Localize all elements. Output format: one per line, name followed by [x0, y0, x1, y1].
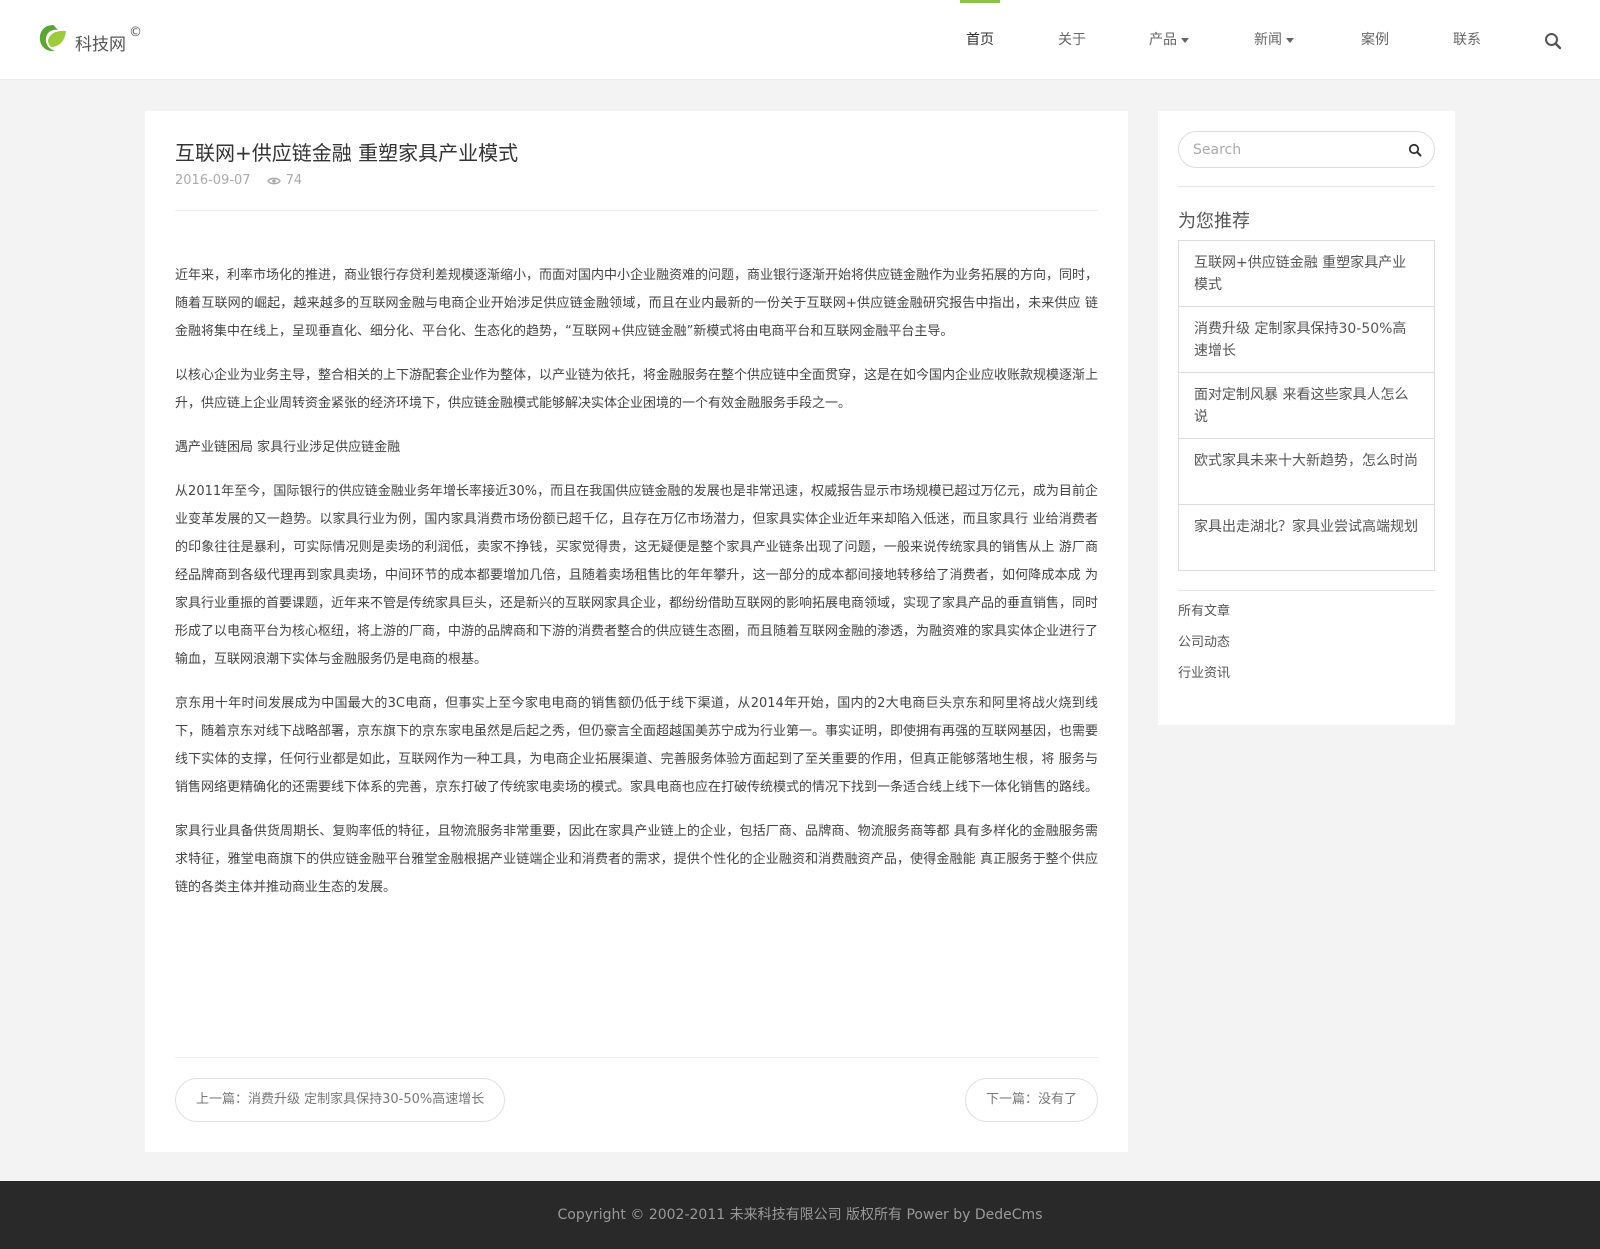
article-paragraph: 京东用十年时间发展成为中国最大的3C电商，但事实上至今家电电商的销售额仍低于线下… — [175, 696, 1099, 795]
nav-products[interactable]: 产品 — [1144, 0, 1194, 80]
recommend-item[interactable]: 消费升级 定制家具保持30-50%高速增长 — [1179, 306, 1434, 372]
recommend-item[interactable]: 面对定制风暴 来看这些家具人怎么说 — [1179, 372, 1434, 438]
recommend-item[interactable]: 欧式家具未来十大新趋势，怎么时尚 — [1179, 438, 1434, 504]
search-icon[interactable] — [1544, 32, 1562, 50]
category-company-news[interactable]: 公司动态 — [1178, 633, 1230, 664]
category-industry-news[interactable]: 行业资讯 — [1178, 664, 1230, 695]
site-header: 科技网 © 首页 关于 产品 新闻 案例 联系 — [0, 0, 1600, 80]
nav-about[interactable]: 关于 — [1052, 0, 1092, 80]
divider — [175, 1057, 1098, 1058]
caret-down-icon — [1181, 37, 1189, 43]
article-views: 74 — [285, 173, 303, 188]
nav-contact-label: 联系 — [1453, 32, 1481, 48]
article-subheading: 遇产业链困局 家具行业涉足供应链金融 — [175, 440, 401, 455]
nav-cases-label: 案例 — [1361, 32, 1389, 48]
nav-home[interactable]: 首页 — [960, 0, 1000, 80]
site-footer: Copyright © 2002-2011 未来科技有限公司 版权所有 Powe… — [0, 1181, 1600, 1249]
divider — [175, 210, 1098, 211]
category-list: 所有文章 公司动态 行业资讯 — [1178, 602, 1230, 695]
main-nav: 首页 关于 产品 新闻 案例 联系 — [0, 0, 1600, 80]
sidebar: 为您推荐 互联网+供应链金融 重塑家具产业模式 消费升级 定制家具保持30-50… — [1158, 111, 1455, 725]
article-paragraph: 近年来，利率市场化的推进，商业银行存贷利差规模逐渐缩小，而面对国内中小企业融资难… — [175, 268, 1099, 339]
nav-cases[interactable]: 案例 — [1355, 0, 1395, 80]
article-title: 互联网+供应链金融 重塑家具产业模式 — [175, 141, 519, 165]
recommend-list: 互联网+供应链金融 重塑家具产业模式 消费升级 定制家具保持30-50%高速增长… — [1178, 240, 1435, 571]
article-paragraph: 家具行业具备供货周期长、复购率低的特征，且物流服务非常重要，因此在家具产业链上的… — [175, 824, 1098, 895]
nav-news-label: 新闻 — [1254, 32, 1282, 48]
recommend-item[interactable]: 互联网+供应链金融 重塑家具产业模式 — [1179, 241, 1434, 306]
article-paragraph: 以核心企业为业务主导，整合相关的上下游配套企业作为整体，以产业链为依托，将金融服… — [175, 368, 1099, 411]
nav-products-label: 产品 — [1149, 32, 1177, 48]
article-date: 2016-09-07 — [175, 173, 251, 188]
next-article-button[interactable]: 下一篇：没有了 — [964, 1078, 1098, 1122]
footer-copyright: Copyright © 2002-2011 未来科技有限公司 版权所有 Powe… — [557, 1207, 1043, 1223]
article-paragraph: 从2011年至今，国际银行的供应链金融业务年增长率接近30%，而且在我国供应链金… — [175, 484, 1099, 667]
nav-home-label: 首页 — [966, 32, 994, 48]
recommend-title: 为您推荐 — [1178, 211, 1250, 232]
search-icon[interactable] — [1408, 143, 1422, 157]
article-meta: 2016-09-07 74 — [175, 173, 302, 188]
article-body: 近年来，利率市场化的推进，商业银行存贷利差规模逐渐缩小，而面对国内中小企业融资难… — [175, 262, 1098, 918]
nav-contact[interactable]: 联系 — [1447, 0, 1487, 80]
caret-down-icon — [1286, 37, 1294, 43]
recommend-item[interactable]: 家具出走湖北？家具业尝试高端规划 — [1179, 504, 1434, 570]
search-input[interactable] — [1193, 132, 1393, 167]
nav-about-label: 关于 — [1058, 32, 1086, 48]
nav-news[interactable]: 新闻 — [1249, 0, 1299, 80]
article-panel: 互联网+供应链金融 重塑家具产业模式 2016-09-07 74 近年来，利率市… — [145, 111, 1128, 1152]
divider — [1178, 590, 1435, 591]
category-all-articles[interactable]: 所有文章 — [1178, 602, 1230, 633]
eye-icon — [266, 177, 281, 184]
prev-article-button[interactable]: 上一篇：消费升级 定制家具保持30-50%高速增长 — [175, 1078, 506, 1122]
sidebar-search — [1178, 131, 1435, 168]
divider — [1178, 186, 1435, 187]
